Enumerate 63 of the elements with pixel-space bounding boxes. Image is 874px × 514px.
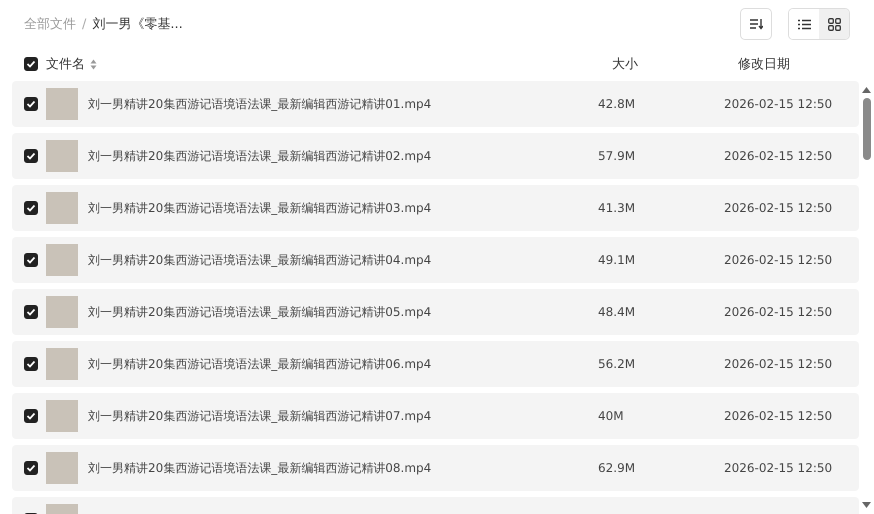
column-header: 修改日期 — [738, 56, 790, 73]
select-all-checkbox[interactable] — [24, 57, 38, 71]
file-row[interactable]: 刘一男精讲20集西游记语境语法课_最新编辑西游记精讲06.mp4 56.2M 2026-02-15 12:50 — [12, 341, 859, 387]
scroll-up-arrow-icon[interactable] — [862, 87, 871, 93]
modified-date: 2026-02-15 12:50 — [724, 409, 832, 423]
file-size: 56.2M — [598, 357, 636, 371]
file-row[interactable]: 刘一男精讲20集西游记语境语法课_最新编辑西游记精讲05.mp4 48.4M 2026-02-15 12:50 — [12, 289, 859, 335]
modified-date: 2026-02-15 12:50 — [724, 461, 832, 475]
file-name: 刘一男精讲20集西游记语境语法课_最新编辑西游记精讲01.mp4 — [88, 96, 432, 112]
grid-icon — [828, 18, 840, 30]
video-thumbnail-placeholder — [46, 192, 78, 224]
row-checkbox[interactable] — [24, 253, 38, 267]
column-header: 大小 — [612, 56, 638, 73]
grid-view-button[interactable] — [819, 9, 849, 39]
file-row[interactable]: 刘一男精讲20集西游记语境语法课_最新编辑西游记精讲02.mp4 57.9M 2026-02-15 12:50 — [12, 133, 859, 179]
sort-button[interactable] — [740, 8, 772, 40]
row-checkbox[interactable] — [24, 201, 38, 215]
row-checkbox[interactable] — [24, 305, 38, 319]
video-thumbnail-placeholder — [46, 296, 78, 328]
file-size: 49.1M — [598, 253, 636, 267]
row-checkbox[interactable] — [24, 149, 38, 163]
file-size: 40M — [598, 409, 625, 423]
file-name: 刘一男精讲20集西游记语境语法课_最新编辑西游记精讲02.mp4 — [88, 148, 432, 164]
sort-icon — [749, 18, 763, 30]
file-name: 刘一男精讲20集西游记语境语法课_最新编辑西游记精讲03.mp4 — [88, 200, 432, 216]
column-header[interactable]: 文件名 — [46, 55, 85, 73]
video-thumbnail-placeholder — [46, 140, 78, 172]
list-icon — [798, 18, 810, 30]
file-size: 42.8M — [598, 97, 636, 111]
modified-date: 2026-02-15 12:50 — [724, 357, 832, 371]
file-size: 62.9M — [598, 461, 636, 475]
file-name: 刘一男精讲20集西游记语境语法课_最新编辑西游记精讲06.mp4 — [88, 356, 432, 372]
scroll-down-arrow-icon[interactable] — [862, 502, 871, 508]
video-thumbnail-placeholder — [46, 348, 78, 380]
file-row[interactable]: 刘一男精讲20集西游记语境语法课_最新编辑西游记精讲07.mp4 40M 2026-02-15 12:50 — [12, 393, 859, 439]
modified-date: 2026-02-15 12:50 — [724, 201, 832, 215]
file-size: 48.4M — [598, 305, 636, 319]
file-name: 刘一男精讲20集西游记语境语法课_最新编辑西游记精讲08.mp4 — [88, 460, 432, 476]
video-thumbnail-placeholder — [46, 400, 78, 432]
modified-date: 2026-02-15 12:50 — [724, 149, 832, 163]
file-row[interactable]: 刘一男精讲20集西游记语境语法课_最新编辑西游记精讲03.mp4 41.3M 2026-02-15 12:50 — [12, 185, 859, 231]
scrollbar-thumb[interactable] — [862, 98, 870, 160]
video-thumbnail-placeholder — [46, 452, 78, 484]
video-thumbnail-placeholder — [46, 88, 78, 120]
file-size: 57.9M — [598, 149, 636, 163]
row-checkbox[interactable] — [24, 409, 38, 423]
breadcrumb-item[interactable]: 刘一男《零基... — [92, 15, 183, 33]
file-name: 刘一男精讲20集西游记语境语法课_最新编辑西游记精讲04.mp4 — [88, 252, 432, 268]
row-checkbox[interactable] — [24, 97, 38, 111]
modified-date: 2026-02-15 12:50 — [724, 305, 832, 319]
file-row[interactable]: 刘一男精讲20集西游记语境语法课_最新编辑西游记精讲01.mp4 42.8M 2026-02-15 12:50 — [12, 81, 859, 127]
sort-arrows-icon[interactable] — [90, 58, 97, 70]
row-checkbox[interactable] — [24, 461, 38, 475]
video-thumbnail-placeholder — [46, 244, 78, 276]
breadcrumb-separator: / — [82, 16, 86, 32]
file-size: 41.3M — [598, 201, 636, 215]
file-row[interactable]: 刘一男精讲20集西游记语境语法课_最新编辑西游记精讲04.mp4 49.1M 2026-02-15 12:50 — [12, 237, 859, 283]
modified-date: 2026-02-15 12:50 — [724, 97, 832, 111]
modified-date: 2026-02-15 12:50 — [724, 253, 832, 267]
file-row[interactable]: 刘一男精讲20集西游记语境语法课_最新编辑西游记精讲08.mp4 62.9M 2026-02-15 12:50 — [12, 445, 859, 491]
row-checkbox[interactable] — [24, 357, 38, 371]
file-name: 刘一男精讲20集西游记语境语法课_最新编辑西游记精讲05.mp4 — [88, 304, 432, 320]
file-name: 刘一男精讲20集西游记语境语法课_最新编辑西游记精讲07.mp4 — [88, 408, 432, 424]
